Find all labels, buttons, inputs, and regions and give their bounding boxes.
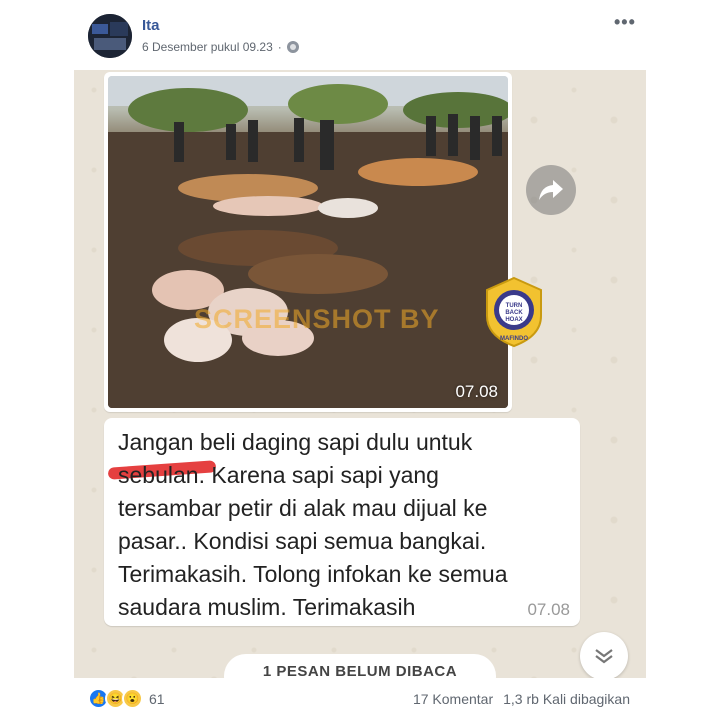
photo-timestamp: 07.08	[455, 382, 498, 401]
unread-messages-banner[interactable]: 1 PESAN BELUM DIBACA	[224, 654, 496, 678]
message-line: tersambar petir di alak mau dijual ke	[118, 495, 488, 521]
forward-icon	[539, 180, 563, 200]
author-name[interactable]: Ita	[142, 17, 160, 34]
avatar[interactable]	[88, 14, 132, 58]
scroll-down-button[interactable]	[580, 632, 628, 678]
message-timestamp: 07.08	[527, 600, 570, 619]
message-line: pasar.. Kondisi sapi semua bangkai.	[118, 528, 487, 554]
svg-text:HOAX: HOAX	[505, 317, 522, 323]
comments-count[interactable]: 17 Komentar	[413, 691, 493, 707]
shares-count[interactable]: 1,3 rb Kali dibagikan	[503, 691, 630, 707]
post-stats: 17 Komentar 1,3 rb Kali dibagikan	[413, 691, 630, 707]
turnbackhoax-badge: TURN BACK HOAX MAFINDO	[484, 276, 544, 348]
watermark: SCREENSHOT BY	[194, 304, 440, 334]
double-chevron-down-icon	[595, 649, 613, 664]
wow-icon: 😮	[122, 688, 143, 709]
reactions-summary[interactable]: 👍 😆 😮 61	[88, 688, 165, 709]
dead-cattle-photo[interactable]: SCREENSHOT BY 07.08	[108, 76, 508, 408]
post-meta: 6 Desember pukul 09.23 ·	[142, 40, 299, 54]
message-line: Terimakasih. Tolong infokan ke semua	[118, 561, 508, 587]
message-line: saudara muslim. Terimakasih	[118, 594, 416, 620]
svg-text:MAFINDO: MAFINDO	[500, 336, 528, 342]
message-line: Jangan beli daging sapi dulu untuk	[118, 429, 473, 455]
more-options-icon[interactable]: •••	[614, 12, 636, 33]
text-message-bubble: Jangan beli daging sapi dulu untuk sebul…	[104, 418, 580, 626]
forward-button[interactable]	[526, 165, 576, 215]
globe-icon[interactable]	[286, 41, 299, 53]
reaction-count: 61	[149, 690, 165, 707]
message-line: sebulan. Karena sapi sapi yang	[118, 462, 439, 488]
whatsapp-screenshot: SCREENSHOT BY 07.08 TURN BACK HOAX MAFIN…	[74, 70, 646, 678]
svg-text:BACK: BACK	[505, 310, 523, 316]
post-timestamp[interactable]: 6 Desember pukul 09.23	[142, 40, 273, 54]
photo-message-bubble: SCREENSHOT BY 07.08	[104, 72, 512, 412]
svg-text:TURN: TURN	[506, 303, 523, 309]
